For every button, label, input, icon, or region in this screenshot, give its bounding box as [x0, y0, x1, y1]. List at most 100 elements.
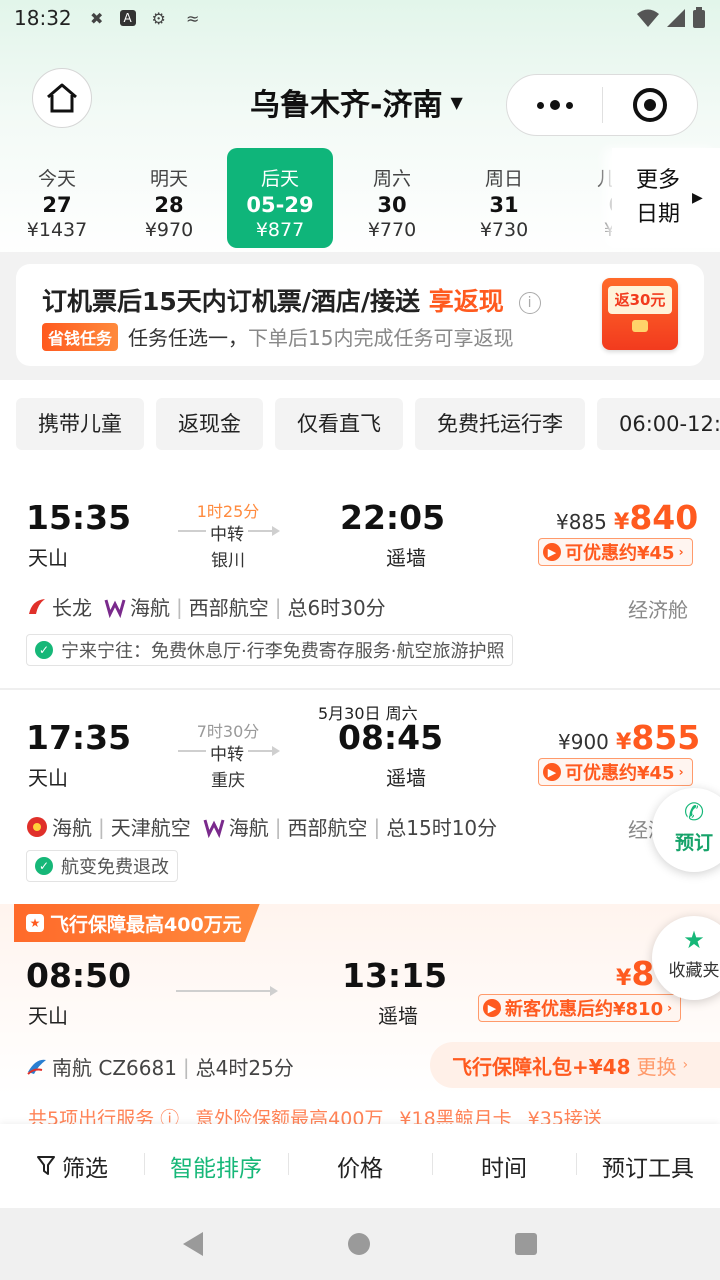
phone-icon: ✆	[683, 798, 705, 826]
airline-name: 西部航空	[188, 596, 269, 620]
price-sort-label: 价格	[337, 1156, 383, 1182]
hainan-airlines-logo-icon	[104, 599, 126, 618]
date-tab-date: 27	[42, 193, 72, 217]
discount-badge[interactable]: ▶ 可优惠约¥45 ›	[538, 758, 693, 786]
date-tab-selected[interactable]: 后天 05-29 ¥877	[227, 148, 333, 248]
hainan-airlines-logo-icon	[203, 819, 225, 838]
time-sort-label: 时间	[481, 1156, 527, 1182]
service-tag: ✓ 航变免费退改	[26, 850, 178, 882]
chevron-right-icon: ▶	[692, 190, 703, 206]
date-tab-today[interactable]: 今天 27 ¥1437	[4, 148, 110, 248]
more-options-button[interactable]	[507, 100, 602, 110]
promo-desc-muted: 下单后15内完成任务可享返现	[248, 326, 514, 350]
flight-card[interactable]: 08:50 天山 13:15 遥墙 ¥8 ▶ 新客优惠后约¥810 › 南航 CZ6…	[0, 930, 720, 1130]
date-tab-date: 31	[489, 193, 519, 217]
cashback-promo-banner[interactable]: 订机票后15天内订机票/酒店/接送 享返现 i 省钱任务 任务任选一，下单后15…	[16, 264, 704, 366]
arrival-airport: 遥墙	[386, 546, 426, 570]
flight-arrow	[176, 986, 278, 996]
flight-card[interactable]: 5月30日 周六 17:35 天山 7时30分 中转 重庆 08:45 遥墙 ¥…	[0, 690, 720, 902]
airline-name: 西部航空	[287, 816, 368, 840]
back-icon[interactable]	[182, 1232, 203, 1256]
date-tab-sunday[interactable]: 周日 31 ¥730	[451, 148, 557, 248]
discount-text: 可优惠约¥45	[565, 763, 675, 784]
original-price: ¥900	[558, 730, 609, 754]
smart-sort-label: 智能排序	[170, 1156, 262, 1182]
filter-chip-cashback[interactable]: 返现金	[156, 398, 263, 450]
total-duration: 总4时25分	[195, 1056, 294, 1080]
time-sort-button[interactable]: 时间	[432, 1149, 576, 1183]
date-tab-saturday[interactable]: 周六 30 ¥770	[339, 148, 445, 248]
departure-time: 17:35	[26, 718, 132, 757]
current-price: ¥855	[616, 718, 700, 757]
favorites-label: 收藏夹	[668, 961, 720, 981]
filter-button[interactable]: 筛选	[0, 1149, 144, 1183]
airline-name: 海航	[52, 816, 92, 840]
transfer-duration: 7时30分	[196, 722, 260, 741]
package-text: 飞行保障礼包+¥48	[452, 1054, 631, 1079]
booking-tools-button[interactable]: 预订工具	[576, 1149, 720, 1183]
travel-package-selector[interactable]: 飞行保障礼包+¥48 更换 ›	[430, 1042, 720, 1088]
bug-icon: ✖	[89, 8, 104, 28]
discount-text: 新客优惠后约¥810	[505, 999, 664, 1020]
miniprogram-capsule	[506, 74, 698, 136]
flight-number: 南航 CZ6681	[52, 1056, 177, 1080]
smart-sort-button[interactable]: 智能排序	[144, 1149, 288, 1183]
promo-desc-main: 任务任选一，	[128, 326, 249, 350]
change-package-link[interactable]: 更换	[637, 1051, 677, 1080]
check-icon: ✓	[35, 857, 53, 875]
filter-chip-direct[interactable]: 仅看直飞	[275, 398, 403, 450]
price-sort-button[interactable]: 价格	[288, 1149, 432, 1183]
date-tab-price: ¥730	[479, 219, 529, 241]
price-value: 855	[631, 718, 701, 757]
discount-badge[interactable]: ▶ 新客优惠后约¥810 ›	[478, 994, 682, 1022]
date-tab-date: 28	[154, 193, 184, 217]
home-icon	[47, 83, 77, 113]
date-tab-day: 今天	[37, 168, 76, 190]
bookmark-star-icon: ★	[683, 926, 705, 954]
filter-chip-free-baggage[interactable]: 免费托运行李	[415, 398, 585, 450]
coupon-icon: ▶	[543, 763, 561, 781]
airline-info: 海航 | 天津航空 海航 | 西部航空 | 总15时10分	[26, 812, 497, 841]
transit-city: 重庆	[211, 771, 245, 791]
home-nav-icon[interactable]	[347, 1233, 370, 1255]
date-tab-price: ¥877	[255, 219, 305, 241]
recents-icon[interactable]	[515, 1233, 538, 1255]
close-miniprogram-button[interactable]	[603, 88, 697, 122]
promo-badge: 省钱任务	[42, 322, 119, 351]
red-packet-icon: 返30元	[602, 278, 678, 350]
gear-icon: ⚙	[151, 8, 166, 28]
signal-icon	[667, 9, 685, 27]
departure-airport: 天山	[28, 1004, 68, 1028]
home-button[interactable]	[32, 68, 92, 128]
wifi-icon	[637, 9, 659, 27]
date-tab-date: 05-29	[246, 193, 314, 217]
system-nav-bar	[0, 1208, 720, 1280]
original-price: ¥885	[556, 510, 607, 534]
arrival-time: 13:15	[342, 956, 448, 995]
filter-chip-time-range[interactable]: 06:00-12:00	[597, 398, 720, 450]
promo-title: 订机票后15天内订机票/酒店/接送 享返现 i	[42, 282, 541, 318]
flight-card[interactable]: 15:35 天山 1时25分 中转 银川 22:05 遥墙 ¥885 ¥840 …	[0, 470, 720, 688]
date-tab-tomorrow[interactable]: 明天 28 ¥970	[116, 148, 222, 248]
booking-tools-label: 预订工具	[602, 1156, 694, 1182]
arrival-time: 08:45	[338, 718, 444, 757]
coupon-icon: ▶	[543, 543, 561, 561]
filter-chip-children[interactable]: 携带儿童	[16, 398, 144, 450]
china-southern-logo-icon	[27, 1059, 46, 1075]
more-dates-button[interactable]: 更多 日期 ▶	[612, 148, 720, 248]
discount-text: 可优惠约¥45	[565, 543, 675, 564]
a-badge-icon: A	[119, 10, 136, 26]
book-label: 预订	[674, 832, 713, 854]
promo-desc: 省钱任务 任务任选一，下单后15内完成任务可享返现	[42, 322, 513, 351]
transfer-duration: 1时25分	[196, 502, 260, 521]
date-tab-price: ¥770	[367, 219, 417, 241]
date-tab-day: 周日	[484, 168, 523, 190]
status-time: 18:32	[14, 6, 72, 30]
route-title: 乌鲁木齐-济南	[250, 88, 443, 123]
loong-air-logo-icon	[29, 598, 45, 614]
info-icon[interactable]: i	[518, 292, 541, 314]
discount-badge[interactable]: ▶ 可优惠约¥45 ›	[538, 538, 693, 566]
promo-highlight: 享返现	[428, 287, 504, 316]
cabin-class: 经济舱	[628, 598, 688, 622]
route-selector[interactable]: 乌鲁木齐-济南 ▼	[250, 80, 463, 124]
